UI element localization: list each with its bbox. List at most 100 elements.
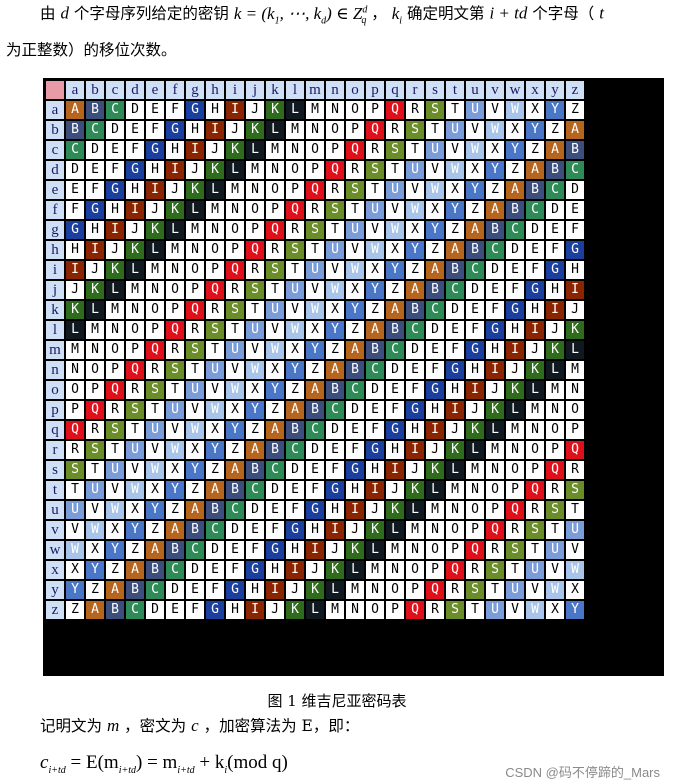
table-cell: F xyxy=(126,141,144,159)
table-cell: L xyxy=(66,321,84,339)
table-cell: E xyxy=(66,181,84,199)
table-cell: G xyxy=(246,561,264,579)
table-cell: E xyxy=(526,241,544,259)
table-cell: E xyxy=(546,221,564,239)
table-cell: V xyxy=(326,261,344,279)
table-cell: N xyxy=(146,281,164,299)
table-cell: E xyxy=(346,421,364,439)
table-cell: B xyxy=(306,401,324,419)
column-header: e xyxy=(146,81,164,99)
table-row: aABCDEFGHIJKLMNOPQRSTUVWXYZ xyxy=(46,101,584,119)
table-cell: F xyxy=(426,361,444,379)
row-header: d xyxy=(46,161,64,179)
table-cell: B xyxy=(246,461,264,479)
table-cell: F xyxy=(206,581,224,599)
table-cell: J xyxy=(566,301,584,319)
table-cell: O xyxy=(406,561,424,579)
table-cell: K xyxy=(366,521,384,539)
table-cell: H xyxy=(526,301,544,319)
table-cell: A xyxy=(186,501,204,519)
table-cell: S xyxy=(166,361,184,379)
table-cell: O xyxy=(446,521,464,539)
table-cell: K xyxy=(346,541,364,559)
table-cell: G xyxy=(286,521,304,539)
table-cell: F xyxy=(166,101,184,119)
table-cell: U xyxy=(466,101,484,119)
table-cell: U xyxy=(146,421,164,439)
table-cell: Z xyxy=(186,481,204,499)
table-cell: E xyxy=(506,261,524,279)
table-row: rRSTUVWXYZABCDEFGHIJKLMNOPQ xyxy=(46,441,584,459)
table-cell: S xyxy=(326,201,344,219)
table-cell: B xyxy=(486,221,504,239)
table-cell: S xyxy=(506,541,524,559)
table-cell: Y xyxy=(526,121,544,139)
table-cell: T xyxy=(206,341,224,359)
intro-text-5: 个字母（ xyxy=(532,4,595,23)
table-cell: A xyxy=(86,601,104,619)
table-cell: O xyxy=(366,601,384,619)
table-cell: L xyxy=(446,461,464,479)
table-cell: N xyxy=(406,541,424,559)
intro-text-4: 确定明文第 xyxy=(406,4,485,23)
table-cell: H xyxy=(66,241,84,259)
table-cell: E xyxy=(266,501,284,519)
table-cell: H xyxy=(306,521,324,539)
table-cell: Y xyxy=(206,441,224,459)
table-cell: S xyxy=(286,241,304,259)
row-header: f xyxy=(46,201,64,219)
table-cell: N xyxy=(246,181,264,199)
table-cell: N xyxy=(446,501,464,519)
table-cell: U xyxy=(306,261,324,279)
table-cell: B xyxy=(346,361,364,379)
table-cell: Z xyxy=(526,141,544,159)
table-cell: B xyxy=(286,421,304,439)
table-cell: X xyxy=(446,181,464,199)
table-cell: Y xyxy=(466,181,484,199)
table-cell: R xyxy=(166,341,184,359)
table-cell: Y xyxy=(246,401,264,419)
table-cell: Z xyxy=(146,521,164,539)
table-cell: P xyxy=(86,381,104,399)
table-cell: N xyxy=(366,581,384,599)
row-header: p xyxy=(46,401,64,419)
table-cell: M xyxy=(386,541,404,559)
table-cell: P xyxy=(106,361,124,379)
table-cell: V xyxy=(466,121,484,139)
table-cell: R xyxy=(186,321,204,339)
table-cell: W xyxy=(166,441,184,459)
row-header: z xyxy=(46,601,64,619)
table-cell: T xyxy=(506,561,524,579)
table-cell: G xyxy=(506,301,524,319)
table-cell: R xyxy=(366,141,384,159)
table-cell: O xyxy=(486,481,504,499)
table-cell: P xyxy=(346,121,364,139)
table-cell: X xyxy=(466,161,484,179)
table-cell: Q xyxy=(226,261,244,279)
t-variable: t xyxy=(599,3,604,23)
table-cell: W xyxy=(266,341,284,359)
table-cell: A xyxy=(446,241,464,259)
table-row: zZABCDEFGHIJKLMNOPQRSTUVWXY xyxy=(46,601,584,619)
table-row: uUVWXYZABCDEFGHIJKLMNOPQRST xyxy=(46,501,584,519)
table-cell: H xyxy=(266,561,284,579)
table-cell: P xyxy=(126,341,144,359)
ki-sub: i xyxy=(399,15,403,27)
table-cell: I xyxy=(326,521,344,539)
column-header: t xyxy=(446,81,464,99)
table-cell: L xyxy=(506,401,524,419)
table-cell: R xyxy=(426,601,444,619)
table-cell: P xyxy=(266,201,284,219)
table-cell: K xyxy=(166,201,184,219)
table-row: yYZABCDEFGHIJKLMNOPQRSTUVWX xyxy=(46,581,584,599)
table-cell: O xyxy=(266,181,284,199)
formula-m2-sub: i+td xyxy=(177,764,195,776)
table-cell: Q xyxy=(546,461,564,479)
table-cell: Y xyxy=(366,281,384,299)
table-cell: H xyxy=(506,321,524,339)
table-cell: L xyxy=(166,221,184,239)
table-cell: Q xyxy=(146,341,164,359)
table-cell: U xyxy=(326,241,344,259)
row-header: h xyxy=(46,241,64,259)
table-cell: I xyxy=(206,121,224,139)
